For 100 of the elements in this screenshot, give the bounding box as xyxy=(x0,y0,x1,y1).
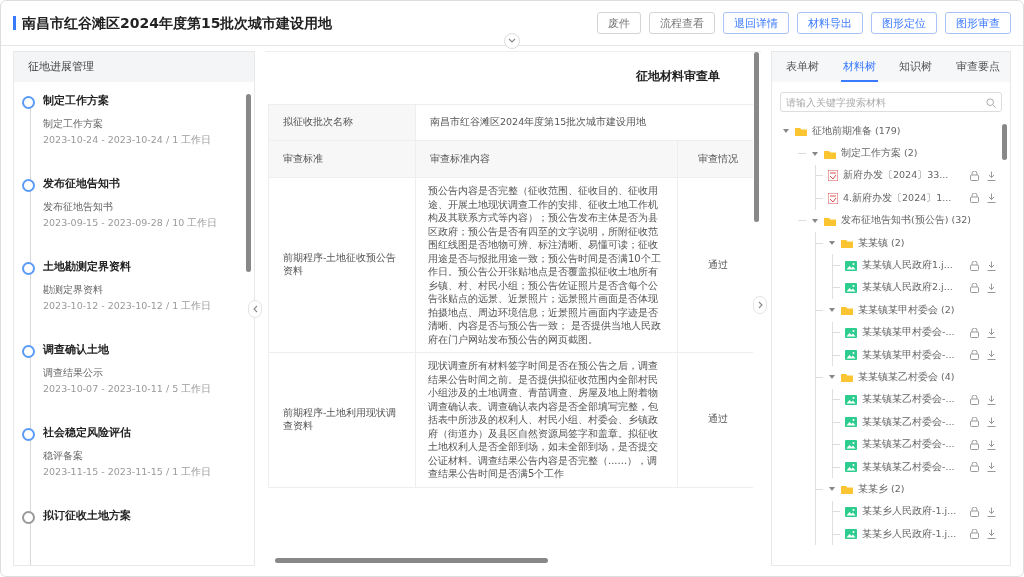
column-header: 审查情况 xyxy=(677,140,753,178)
folder-label[interactable]: 征地前期准备 (179) xyxy=(812,124,1000,138)
download-icon xyxy=(987,394,996,405)
download-icon xyxy=(987,170,996,181)
lock-icon xyxy=(970,170,979,181)
step-task: 勘测定界资料 xyxy=(43,284,104,297)
folder-label[interactable]: 某某镇某甲村委会 (2) xyxy=(858,303,1000,317)
lock-icon xyxy=(970,394,979,405)
lock-icon xyxy=(970,417,979,428)
download-icon xyxy=(987,417,996,428)
step-task: 发布征地告知书 xyxy=(43,201,114,214)
file-label[interactable]: 某某乡人民政府-1.j... xyxy=(862,527,965,541)
folder-label[interactable]: 某某乡 (2) xyxy=(858,482,1000,496)
file-label[interactable]: 某某镇某甲村委会-... xyxy=(862,326,965,340)
image-file-icon xyxy=(845,394,857,405)
image-file-icon xyxy=(845,462,857,473)
image-file-icon xyxy=(845,260,857,271)
folder-label[interactable]: 发布征地告知书(预公告) (32) xyxy=(841,214,1000,228)
toolbar-button[interactable]: 流程查看 xyxy=(649,12,715,34)
toolbar-button[interactable]: 废件 xyxy=(597,12,641,34)
folder-icon xyxy=(841,372,853,383)
step-task: 稳评备案 xyxy=(43,450,84,463)
file-label[interactable]: 4.新府办发〔2024〕1... xyxy=(843,191,965,205)
caret-down-icon[interactable] xyxy=(812,217,818,224)
tab[interactable]: 审查要点 xyxy=(953,52,1002,82)
download-icon xyxy=(987,327,996,338)
caret-down-icon[interactable] xyxy=(829,486,835,493)
step-title: 社会稳定风险评估 xyxy=(43,426,132,440)
caret-down-icon[interactable] xyxy=(783,128,789,135)
folder-icon xyxy=(824,215,836,226)
pdf-file-icon xyxy=(828,170,838,182)
file-label[interactable]: 某某镇某甲村委会-... xyxy=(862,348,965,362)
folder-label[interactable]: 某某镇 (2) xyxy=(858,236,1000,250)
collapse-button[interactable] xyxy=(753,296,767,314)
file-label[interactable]: 某某镇某乙村委会-... xyxy=(862,393,965,407)
image-file-icon xyxy=(845,417,857,428)
caret-down-icon[interactable] xyxy=(829,307,835,314)
step-dates: 2023-10-07 - 2023-10-11 / 5 工作日 xyxy=(43,383,212,396)
folder-label[interactable]: 某某镇某乙村委会 (4) xyxy=(858,371,1000,384)
file-label[interactable]: 新府办发〔2024〕33... xyxy=(843,169,965,183)
page-title: 南昌市红谷滩区2024年度第15批次城市建设用地 xyxy=(13,16,333,30)
download-icon xyxy=(987,506,996,517)
download-icon xyxy=(987,529,996,540)
lock-icon xyxy=(970,327,979,338)
image-file-icon xyxy=(845,350,857,361)
collapse-button[interactable] xyxy=(248,300,262,318)
lock-icon xyxy=(970,529,979,540)
folder-icon xyxy=(795,126,807,137)
field-value: 南昌市红谷滩区2024年度第15批次城市建设用地 xyxy=(415,104,753,141)
tab[interactable]: 知识树 xyxy=(897,52,935,82)
sheet-title: 征地材料审查单 xyxy=(636,68,720,85)
toolbar-button[interactable]: 材料导出 xyxy=(797,12,863,34)
download-icon xyxy=(987,439,996,450)
file-label[interactable]: 某某镇人民政府1.j... xyxy=(862,259,965,273)
folder-icon xyxy=(841,305,853,316)
step-dates: 2023-11-15 - 2023-11-15 / 1 工作日 xyxy=(43,466,212,479)
chevron-right-icon xyxy=(757,301,763,309)
step-title: 制定工作方案 xyxy=(43,94,110,108)
file-label[interactable]: 某某镇某乙村委会-... xyxy=(862,460,965,474)
image-file-icon xyxy=(845,529,857,540)
lock-icon xyxy=(970,350,979,361)
image-file-icon xyxy=(845,282,857,293)
toolbar-button[interactable]: 图形审查 xyxy=(945,12,1011,34)
folder-icon xyxy=(824,148,836,159)
folder-label[interactable]: 制定工作方案 (2) xyxy=(841,147,1000,161)
step-title: 发布征地告知书 xyxy=(43,177,121,191)
step-task: 调查结果公示 xyxy=(43,367,104,380)
step-title: 调查确认土地 xyxy=(43,343,110,357)
image-file-icon xyxy=(845,439,857,450)
step-task: 制定工作方案 xyxy=(43,118,104,131)
caret-down-icon[interactable] xyxy=(829,374,835,381)
chevron-left-icon xyxy=(252,305,258,313)
step-dates: 2023-10-24 - 2023-10-24 / 1 工作日 xyxy=(43,134,212,147)
caret-down-icon[interactable] xyxy=(812,150,818,157)
toolbar-button[interactable]: 退回详情 xyxy=(723,12,789,34)
lock-icon xyxy=(970,439,979,450)
image-file-icon xyxy=(845,506,857,517)
step-title: 土地勘测定界资料 xyxy=(43,260,132,274)
file-label[interactable]: 某某镇某乙村委会-... xyxy=(862,438,965,452)
tab[interactable]: 表单树 xyxy=(784,52,821,82)
download-icon xyxy=(987,462,996,473)
download-icon xyxy=(987,260,996,271)
file-label[interactable]: 某某镇人民政府2.j... xyxy=(862,281,965,295)
toolbar-button[interactable]: 图形定位 xyxy=(871,12,937,34)
step-dates: 2023-10-12 - 2023-10-12 / 1 工作日 xyxy=(43,300,212,313)
caret-down-icon[interactable] xyxy=(829,240,835,247)
tab[interactable]: 材料树 xyxy=(840,52,878,82)
download-icon xyxy=(987,282,996,293)
table-cell: 前期程序-土地征收预公告资料 xyxy=(268,177,416,353)
file-label[interactable]: 某某镇某乙村委会-... xyxy=(862,415,965,429)
collapse-button[interactable] xyxy=(504,33,520,49)
lock-icon xyxy=(970,193,979,204)
lock-icon xyxy=(970,260,979,271)
file-label[interactable]: 某某乡人民政府-1.j... xyxy=(862,505,965,519)
lock-icon xyxy=(970,506,979,517)
step-title: 拟订征收土地方案 xyxy=(43,509,131,523)
table-cell: 预公告内容是否完整（征收范围、征收目的、征收用途、开展土地现状调查工作的安排、征收土地工作机构及其联系方式等内容）；预公告发布主体是否为县区政府；预公告是否有四至的文字说明，所附征收范围红线图是否地物可辨、标注清晰、易懂可读；征收用途是否与报批用途一致；预公告时间是否满10个工作日。预公告公开张贴地点是否覆盖拟征收土地所有乡镇、村、村民小组；预公告佐证照片是否含每个公告张贴点的远景、近景照片；远景照片画面是否体现拍摄地点、周边环境信息；近景照片画面内字迹是否清晰、内容是否与预公告一致； 是否提供当地人民政府在门户网站发布预公告的网页截图。 xyxy=(415,177,678,353)
column-header: 审查标准内容 xyxy=(415,140,678,178)
search-field[interactable]: 请输入关键字搜索材料 xyxy=(780,92,1002,112)
image-file-icon xyxy=(845,327,857,338)
